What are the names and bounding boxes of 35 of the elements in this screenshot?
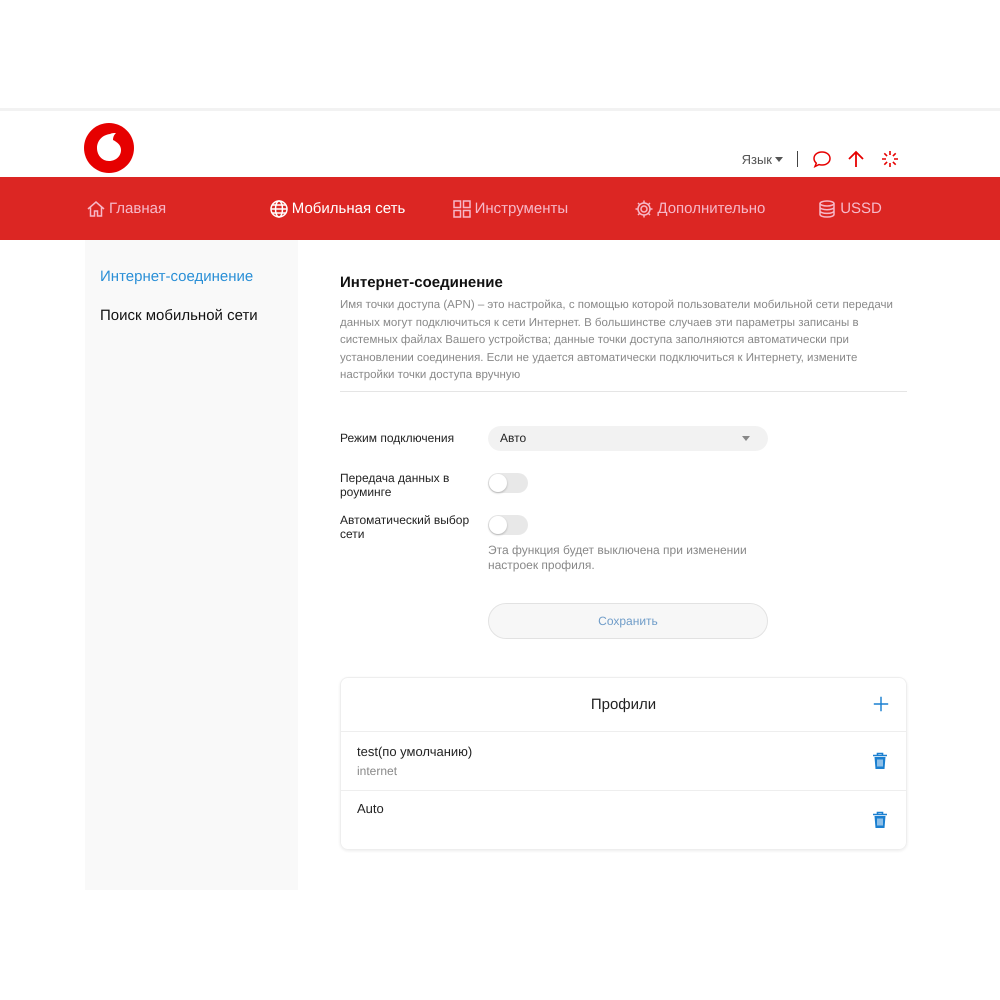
section-title: Интернет-соединение: [340, 274, 504, 291]
globe-icon: [268, 198, 289, 218]
field-label: Передача данных в роуминге: [340, 470, 450, 498]
spinner-icon[interactable]: [880, 149, 900, 169]
language-menu[interactable]: Язык: [742, 152, 783, 166]
sidebar-item[interactable]: Интернет-соединение: [85, 268, 298, 285]
caret-icon: [742, 436, 750, 440]
trash-icon[interactable]: [872, 752, 888, 770]
add-icon[interactable]: [872, 695, 890, 713]
nav-tab[interactable]: Мобильная сеть: [268, 198, 452, 218]
message-icon[interactable]: [812, 149, 832, 169]
field-label: Режим подключения: [340, 431, 456, 445]
logo-icon: [84, 123, 134, 173]
card-title: Профили: [590, 696, 656, 712]
nav-tab[interactable]: Главная: [86, 198, 269, 218]
profile-name: test(по умолчанию): [357, 744, 472, 758]
trash-icon[interactable]: [872, 810, 888, 828]
toggle-switch[interactable]: [488, 514, 528, 534]
home-icon: [86, 198, 106, 218]
nav-tab[interactable]: Дополнительно: [634, 198, 818, 218]
profile-name: Auto: [357, 800, 384, 816]
caret-icon: [775, 156, 783, 162]
profile-apn: internet: [357, 764, 398, 778]
grid-icon: [452, 198, 472, 218]
nav-tab[interactable]: USSD: [817, 198, 1000, 218]
arrow-up-icon[interactable]: [846, 149, 866, 169]
section-description: Имя точки доступа (APN) – это настройка, с помощью которой пользователи мобильной сети передачи данных могут подключиться к сети Интернет. В большинстве случаев эти параметры записаны в системных файлах Вашего устройства; данные точки доступа заполняются автоматически при установлении соединения. Если не удается автоматически подключиться к Интернету, измените настройки точки доступа вручную: [340, 298, 894, 383]
field-label: Автоматический выбор сети: [340, 512, 470, 540]
nav-tab[interactable]: Инструменты: [452, 198, 634, 218]
gear-icon: [634, 198, 654, 218]
mode-select[interactable]: Авто: [488, 426, 768, 450]
hint-text: Эта функция будет выключена при изменении настроек профиля.: [488, 542, 748, 572]
toggle-switch[interactable]: [488, 472, 528, 492]
database-icon: [817, 198, 838, 218]
sidebar-item[interactable]: Поиск мобильной сети: [85, 307, 298, 324]
